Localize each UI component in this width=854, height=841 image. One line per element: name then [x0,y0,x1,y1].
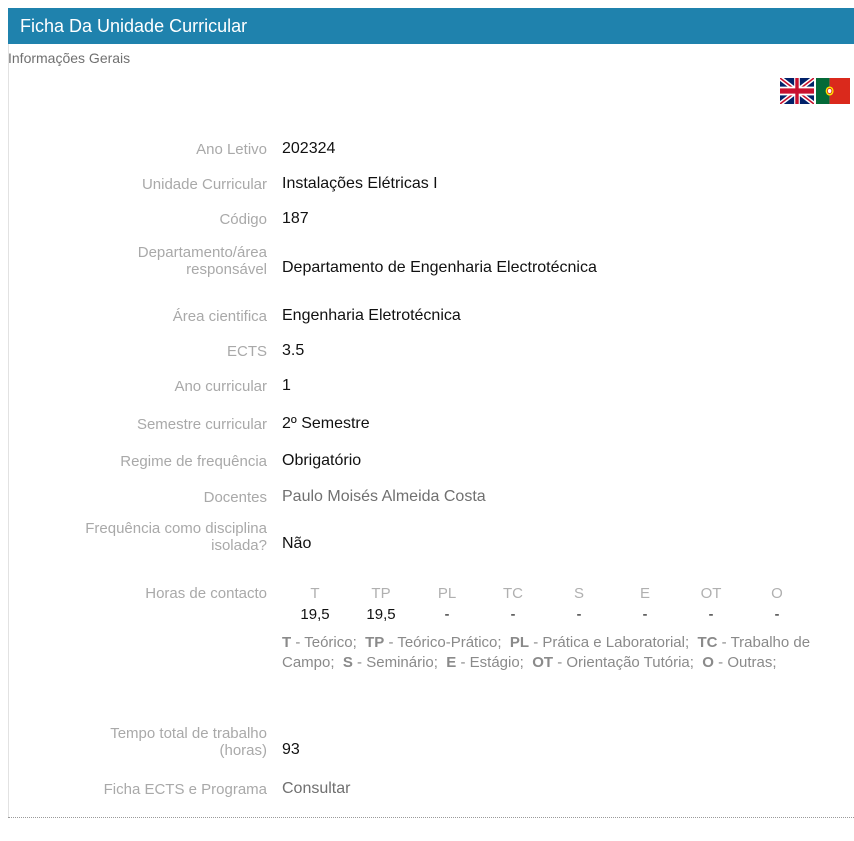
label-ects: ECTS [226,343,267,360]
hours-header-s: S [573,585,584,602]
value-codigo: 187 [282,210,309,227]
contact-hours-values: 19,5 19,5 - - - - - - [282,605,812,625]
label-departamento-line2: responsável [186,261,267,278]
hours-value-t: 19,5 [300,606,330,623]
legend-desc-o: Outras; [727,654,777,671]
page-title: Ficha Da Unidade Curricular [20,16,248,36]
legend-code-o: O [702,654,714,671]
page-header: Ficha Da Unidade Curricular [8,8,854,44]
value-frequencia-isolada: Não [282,535,312,552]
hours-value-ot: - [708,606,714,623]
label-tempo-total: Tempo total de trabalho (horas) [110,725,267,759]
legend-desc-e: Estágio; [469,654,524,671]
legend-code-e: E [446,654,457,671]
legend-desc-pl: Prática e Laboratorial; [542,634,690,651]
bottom-divider [8,817,854,818]
value-ano-curricular: 1 [282,377,291,394]
value-unidade-curricular: Instalações Elétricas I [282,175,438,192]
label-departamento-line1: Departamento/área [137,244,267,261]
portugal-flag-icon[interactable] [816,78,850,104]
hours-header-e: E [639,585,650,602]
value-regime-frequencia: Obrigatório [282,452,362,469]
label-area-cientifica: Área cientifica [172,308,267,325]
uk-flag-icon[interactable] [780,78,814,104]
legend-code-pl: PL [509,634,530,651]
label-tempo-total-line1: Tempo total de trabalho [110,725,267,742]
contact-hours-table: T TP PL TC S E OT O 19,5 19,5 - - - - - … [282,583,812,625]
hours-header-tp: TP [371,585,391,602]
value-ects: 3.5 [282,342,305,359]
hours-header-ot: OT [700,585,722,602]
language-switcher [780,78,850,104]
hours-header-tc: TC [503,585,523,602]
label-tempo-total-line2: (horas) [219,742,267,759]
legend-code-ot: OT [532,654,554,671]
label-ano-curricular: Ano curricular [174,378,267,395]
value-departamento: Departamento de Engenharia Electrotécnic… [282,259,597,276]
hours-legend: T - Teórico; TP - Teórico-Prático; PL - … [282,634,811,671]
legend-desc-t: Teórico; [304,634,357,651]
value-docentes: Paulo Moisés Almeida Costa [282,488,486,505]
hours-value-tc: - [510,606,516,623]
hours-header-o: O [771,585,783,602]
legend-desc-ot: Orientação Tutória; [566,654,694,671]
section-subtitle: Informações Gerais [8,50,131,66]
label-ficha-ects: Ficha ECTS e Programa [103,781,267,798]
hours-value-s: - [576,606,582,623]
content-left-border [8,44,9,818]
value-area-cientifica: Engenharia Eletrotécnica [282,307,461,324]
hours-value-e: - [642,606,648,623]
legend-desc-s: Seminário; [366,654,438,671]
label-frequencia-isolada: Frequência como disciplina isolada? [85,520,267,554]
legend-code-tc: TC [697,634,718,651]
legend-code-s: S [342,654,353,671]
label-codigo: Código [219,211,267,228]
value-semestre-curricular: 2º Semestre [282,415,370,432]
hours-header-t: T [310,585,320,602]
ficha-ects-link[interactable]: Consultar [282,779,350,799]
hours-value-tp: 19,5 [366,606,396,623]
label-unidade-curricular: Unidade Curricular [141,176,267,193]
hours-header-pl: PL [437,585,457,602]
legend-desc-tp: Teórico-Prático; [397,634,502,651]
hours-value-pl: - [444,606,450,623]
label-regime-frequencia: Regime de frequência [120,453,267,470]
label-frequencia-isolada-line1: Frequência como disciplina [85,520,267,537]
label-ano-letivo: Ano Letivo [196,141,267,158]
label-departamento: Departamento/área responsável [138,244,267,278]
contact-hours-header: T TP PL TC S E OT O [282,583,812,605]
label-horas-contacto: Horas de contacto [145,585,267,602]
label-semestre-curricular: Semestre curricular [136,416,267,433]
value-tempo-total: 93 [282,741,300,758]
hours-value-o: - [774,606,780,623]
label-frequencia-isolada-line2: isolada? [211,537,267,554]
legend-code-tp: TP [365,634,385,651]
label-docentes: Docentes [203,489,267,506]
value-ano-letivo: 202324 [282,140,336,157]
legend-code-t: T [282,634,292,651]
